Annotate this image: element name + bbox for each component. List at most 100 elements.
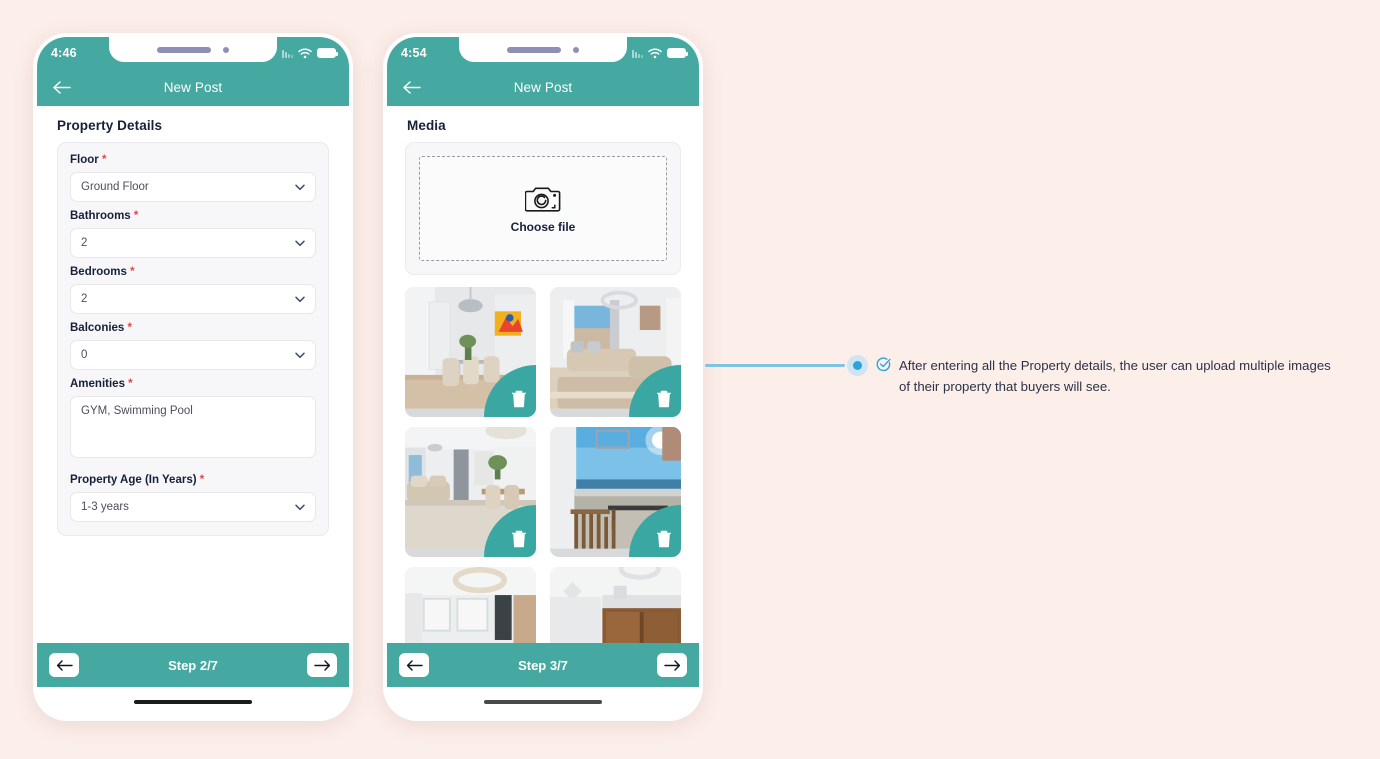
check-circle-icon bbox=[876, 357, 891, 397]
balconies-select[interactable]: 0 bbox=[70, 340, 316, 370]
select-value: Ground Floor bbox=[81, 181, 149, 193]
home-indicator-area bbox=[387, 687, 699, 717]
step-indicator: Step 3/7 bbox=[518, 657, 568, 673]
arrow-right-icon bbox=[313, 659, 330, 671]
callout-connector-line bbox=[705, 364, 845, 367]
uploaded-image-thumbnail[interactable] bbox=[405, 567, 536, 643]
property-age-select[interactable]: 1-3 years bbox=[70, 492, 316, 522]
property-details-form: Floor * Ground Floor Bathrooms * 2 Bedro… bbox=[57, 142, 329, 536]
previous-step-button[interactable] bbox=[49, 653, 79, 677]
arrow-right-icon bbox=[663, 659, 680, 671]
floor-select[interactable]: Ground Floor bbox=[70, 172, 316, 202]
chevron-down-icon bbox=[295, 296, 305, 303]
home-indicator-area bbox=[37, 687, 349, 717]
field-label: Floor * bbox=[70, 154, 107, 166]
callout-dot-marker[interactable] bbox=[847, 355, 868, 376]
home-indicator bbox=[484, 700, 602, 704]
canvas: 4:46 New Post Property Details Floor * G… bbox=[0, 0, 1380, 759]
uploaded-images-grid bbox=[405, 287, 681, 643]
select-value: 0 bbox=[81, 349, 88, 361]
page-title: New Post bbox=[513, 80, 573, 95]
notch bbox=[109, 37, 277, 62]
step-navigation-bar: Step 2/7 bbox=[37, 643, 349, 687]
wifi-icon bbox=[298, 47, 312, 58]
chevron-down-icon bbox=[295, 352, 305, 359]
trash-icon bbox=[512, 390, 526, 408]
bedrooms-select[interactable]: 2 bbox=[70, 284, 316, 314]
field-label: Amenities * bbox=[70, 378, 133, 390]
app-header: New Post bbox=[37, 69, 349, 106]
trash-icon bbox=[657, 390, 671, 408]
property-details-content: Property Details Floor * Ground Floor Ba… bbox=[37, 106, 349, 643]
required-asterisk: * bbox=[101, 154, 107, 166]
status-bar: 4:54 bbox=[387, 37, 699, 69]
battery-icon bbox=[667, 48, 689, 58]
status-time: 4:54 bbox=[401, 46, 427, 60]
app-header: New Post bbox=[387, 69, 699, 106]
signal-bars-icon bbox=[632, 49, 643, 58]
field-balconies: Balconies * 0 bbox=[70, 322, 316, 370]
select-value: 2 bbox=[81, 293, 88, 305]
upload-card: Choose file bbox=[405, 142, 681, 275]
wifi-icon bbox=[648, 47, 662, 58]
select-value: 1-3 years bbox=[81, 501, 129, 513]
annotation-text: After entering all the Property details,… bbox=[899, 358, 1331, 394]
home-indicator bbox=[134, 700, 252, 704]
earpiece-speaker bbox=[507, 46, 561, 53]
earpiece-speaker bbox=[157, 46, 211, 53]
annotation-callout: After entering all the Property details,… bbox=[876, 355, 1336, 397]
section-title: Property Details bbox=[57, 118, 163, 133]
bedroom-ceiling-light-photo bbox=[405, 567, 536, 643]
uploaded-image-thumbnail[interactable] bbox=[550, 427, 681, 557]
status-indicators bbox=[632, 37, 689, 69]
camera-icon bbox=[525, 187, 561, 212]
uploaded-image-thumbnail[interactable] bbox=[405, 427, 536, 557]
notch bbox=[459, 37, 627, 62]
step-indicator: Step 2/7 bbox=[168, 657, 218, 673]
next-step-button[interactable] bbox=[307, 653, 337, 677]
next-step-button[interactable] bbox=[657, 653, 687, 677]
uploaded-image-thumbnail[interactable] bbox=[405, 287, 536, 417]
field-property-age: Property Age (In Years) * 1-3 years bbox=[70, 474, 316, 522]
phone-screen: 4:46 New Post Property Details Floor * G… bbox=[37, 37, 349, 717]
front-camera-icon bbox=[573, 46, 579, 53]
required-asterisk: * bbox=[128, 378, 133, 390]
field-label: Property Age (In Years) * bbox=[70, 474, 205, 486]
status-time: 4:46 bbox=[51, 46, 77, 60]
chevron-down-icon bbox=[295, 240, 305, 247]
field-floor: Floor * Ground Floor bbox=[70, 154, 316, 202]
amenities-textarea[interactable]: GYM, Swimming Pool bbox=[70, 396, 316, 458]
select-value: 2 bbox=[81, 237, 88, 249]
field-amenities: Amenities * GYM, Swimming Pool bbox=[70, 378, 316, 458]
field-bedrooms: Bedrooms * 2 bbox=[70, 266, 316, 314]
battery-icon bbox=[317, 48, 339, 58]
phone-property-details: 4:46 New Post Property Details Floor * G… bbox=[33, 33, 353, 721]
uploaded-image-thumbnail[interactable] bbox=[550, 567, 681, 643]
bathrooms-select[interactable]: 2 bbox=[70, 228, 316, 258]
front-camera-icon bbox=[223, 46, 229, 53]
arrow-left-icon bbox=[56, 659, 73, 671]
choose-file-label: Choose file bbox=[510, 220, 576, 234]
back-arrow-icon[interactable] bbox=[400, 77, 422, 99]
trash-icon bbox=[512, 530, 526, 548]
field-label: Bathrooms * bbox=[70, 210, 139, 222]
signal-bars-icon bbox=[282, 49, 293, 58]
media-content: Media Choose file bbox=[387, 106, 699, 643]
required-asterisk: * bbox=[130, 266, 135, 278]
required-asterisk: * bbox=[133, 210, 139, 222]
field-label: Bedrooms * bbox=[70, 266, 135, 278]
kitchen-cabinet-photo bbox=[550, 567, 681, 643]
section-title: Media bbox=[407, 118, 446, 133]
uploaded-image-thumbnail[interactable] bbox=[550, 287, 681, 417]
phone-media: 4:54 New Post Media Choose file Step 3/7 bbox=[383, 33, 703, 721]
previous-step-button[interactable] bbox=[399, 653, 429, 677]
choose-file-dropzone[interactable]: Choose file bbox=[419, 156, 667, 261]
required-asterisk: * bbox=[127, 322, 133, 334]
required-asterisk: * bbox=[199, 474, 205, 486]
trash-icon bbox=[657, 530, 671, 548]
arrow-left-icon bbox=[406, 659, 423, 671]
status-indicators bbox=[282, 37, 339, 69]
status-bar: 4:46 bbox=[37, 37, 349, 69]
back-arrow-icon[interactable] bbox=[50, 77, 72, 99]
